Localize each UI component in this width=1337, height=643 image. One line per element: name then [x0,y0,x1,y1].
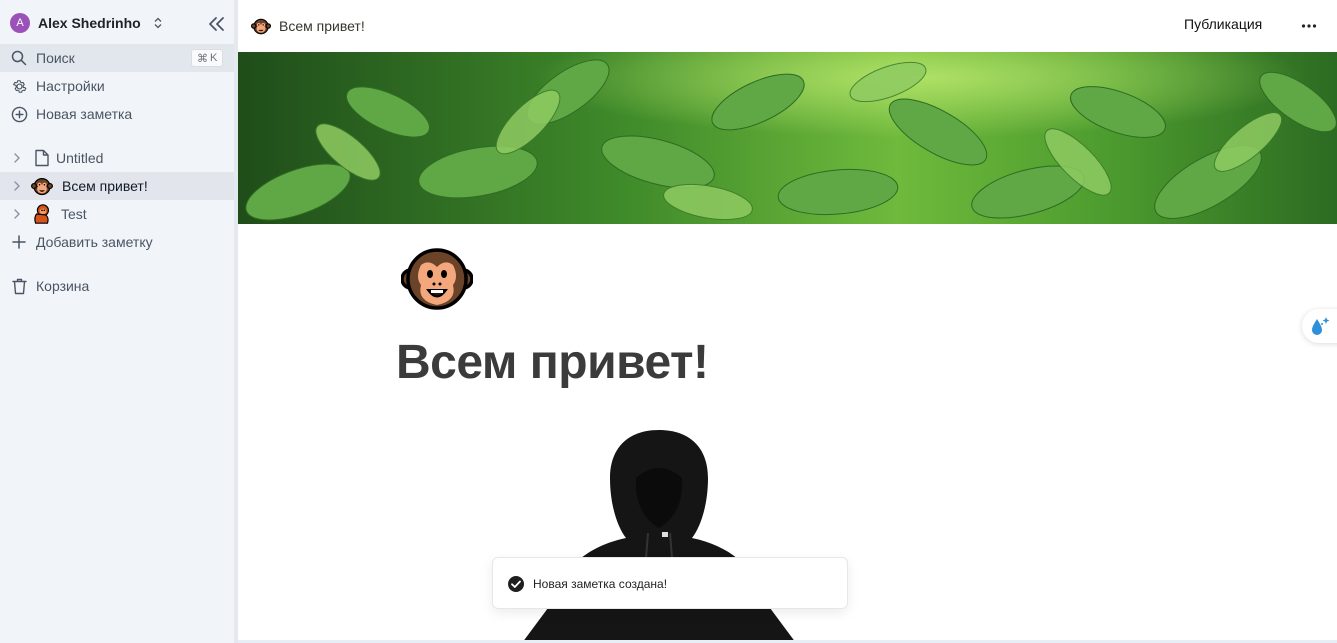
more-options-icon[interactable] [1299,16,1319,36]
trash-label: Корзина [36,278,90,294]
chevron-right-icon[interactable] [11,208,23,220]
sidebar-search[interactable]: Поиск ⌘ K [0,44,234,72]
breadcrumb[interactable]: Всем привет! [251,15,365,37]
publish-button[interactable]: Публикация [1184,16,1262,32]
sidebar-item-label: Untitled [56,150,104,166]
account-switcher[interactable]: A Alex Shedrinho [10,12,165,34]
shortcut-badge: ⌘ K [191,49,224,67]
sidebar-item-untitled[interactable]: Untitled [0,144,234,172]
trash-icon [10,277,28,295]
hoodie-image[interactable] [518,428,800,643]
toast-notification: Новая заметка создана! [492,557,848,609]
account-name: Alex Shedrinho [38,15,141,31]
command-key-icon: ⌘ [197,52,208,65]
monkey-face-icon [31,175,53,197]
sidebar-item-test[interactable]: Test [0,200,234,228]
search-label: Поиск [36,50,75,66]
page-icon-monkey-face[interactable] [400,243,474,315]
water-drop-sparkle-icon [1312,317,1330,335]
new-note-label: Новая заметка [36,106,133,122]
sidebar-add-note[interactable]: Добавить заметку [0,228,234,256]
monkey-face-icon [251,18,271,35]
check-circle-icon [508,576,524,592]
sidebar-new-note[interactable]: Новая заметка [0,100,234,128]
document-icon [31,147,53,169]
plus-circle-icon [10,105,28,123]
breadcrumb-title: Всем привет! [279,18,365,34]
sidebar-item-vsem-privet[interactable]: Всем привет! [0,172,234,200]
add-note-label: Добавить заметку [36,234,153,250]
sidebar-trash[interactable]: Корзина [0,272,234,300]
avatar: A [10,13,30,33]
sidebar-item-label: Всем привет! [62,178,148,194]
gear-icon [10,77,28,95]
sidebar-item-label: Test [61,206,87,222]
chevron-up-down-icon [154,17,162,29]
plus-icon [10,233,28,251]
chevron-right-icon[interactable] [11,180,23,192]
page-title[interactable]: Всем привет! [396,335,709,390]
topbar: Всем привет! Публикация [238,0,1337,52]
floating-assistant-button[interactable] [1302,309,1337,343]
cover-image[interactable] [238,52,1337,224]
shortcut-key: K [210,52,218,64]
collapse-sidebar-icon[interactable] [207,14,227,34]
toast-message: Новая заметка создана! [533,577,668,591]
chevron-right-icon[interactable] [11,152,23,164]
app-window: A Alex Shedrinho Поиск ⌘ K Настройки Нов… [0,0,1337,643]
sidebar-settings[interactable]: Настройки [0,72,234,100]
settings-label: Настройки [36,78,105,94]
sidebar: A Alex Shedrinho Поиск ⌘ K Настройки Нов… [0,0,234,643]
search-icon [10,49,28,67]
orangutan-icon [31,203,53,225]
